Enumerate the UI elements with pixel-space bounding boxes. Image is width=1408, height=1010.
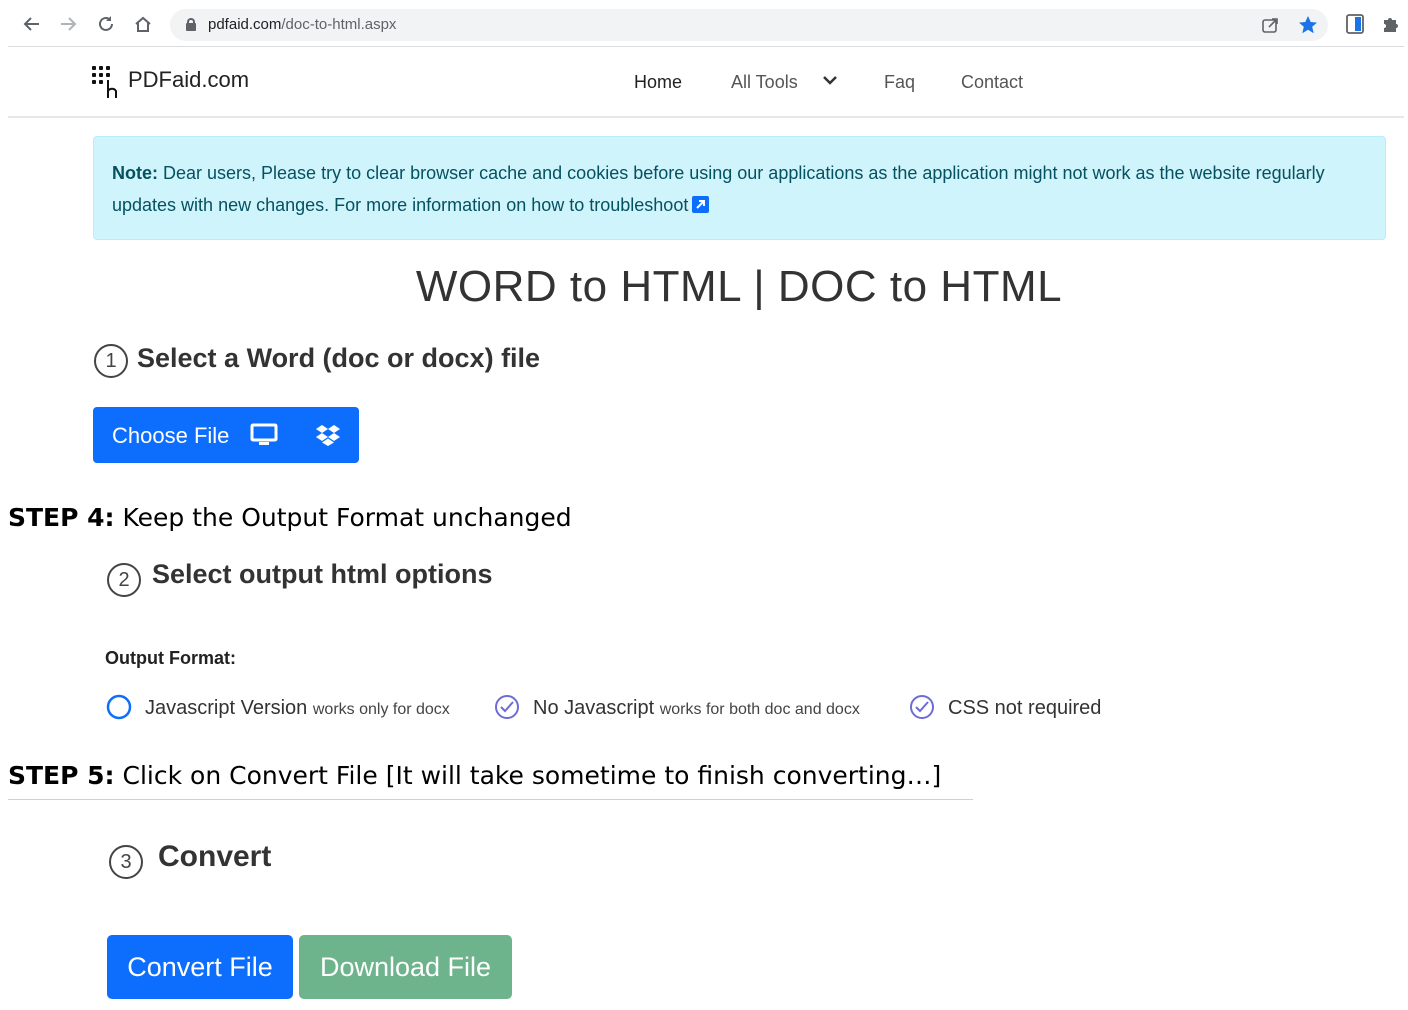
choose-file-button[interactable]: Choose File [93,407,359,463]
step-3-number: 3 [109,845,143,879]
step-5-instruction: STEP 5: Click on Convert File [It will t… [8,761,942,790]
lock-icon [186,18,196,31]
step-1-title: Select a Word (doc or docx) file [137,343,541,373]
convert-file-button[interactable]: Convert File [107,935,293,999]
step-3-title: Convert [158,840,272,873]
forward-arrow-icon[interactable] [57,13,79,35]
nav-contact[interactable]: Contact [961,72,1023,93]
no-javascript-check-icon[interactable] [494,694,520,720]
extensions-puzzle-icon[interactable] [1381,14,1401,39]
reader-mode-icon[interactable] [1346,14,1364,39]
dropbox-icon[interactable] [315,423,341,453]
css-not-required-option[interactable]: CSS not required [948,697,1101,720]
divider [8,799,973,800]
share-icon[interactable] [1260,15,1280,40]
step-2-title: Select output html options [152,559,493,589]
chevron-down-icon[interactable] [822,74,838,86]
computer-icon[interactable] [250,423,278,453]
logo-text: PDFaid.com [128,67,250,92]
step-2-number: 2 [107,563,141,597]
external-link-icon[interactable] [692,196,710,213]
download-file-button[interactable]: Download File [299,935,512,999]
logo-hand-icon [92,64,128,104]
step-4-instruction: STEP 4: Keep the Output Format unchanged [8,503,572,532]
cache-notice-alert: Note: Dear users, Please try to clear br… [93,136,1386,240]
site-header: PDFaid.com Home All Tools Faq Contact [8,50,1404,118]
home-icon[interactable] [132,13,154,35]
browser-toolbar: pdfaid.com/doc-to-html.aspx [0,0,1408,50]
css-not-required-check-icon[interactable] [909,694,935,720]
toolbar-divider [8,46,1404,47]
back-arrow-icon[interactable] [21,13,43,35]
javascript-version-radio[interactable] [106,694,132,720]
no-javascript-option[interactable]: No Javascript works for both doc and doc… [533,697,860,720]
nav-faq[interactable]: Faq [884,72,915,93]
logo[interactable]: PDFaid.com [92,64,249,104]
nav-all-tools[interactable]: All Tools [731,72,798,93]
bookmark-star-icon[interactable] [1297,14,1319,41]
output-format-label: Output Format: [105,648,236,668]
step-1-number: 1 [94,344,128,378]
reload-icon[interactable] [95,13,117,35]
url-text: pdfaid.com/doc-to-html.aspx [208,16,397,33]
alert-label: Note: [112,163,158,183]
javascript-version-option[interactable]: Javascript Version works only for docx [145,697,450,720]
alert-text: Dear users, Please try to clear browser … [112,163,1325,215]
choose-file-label: Choose File [112,423,230,448]
page-title: WORD to HTML | DOC to HTML [415,262,1063,311]
nav-home[interactable]: Home [634,72,682,93]
address-bar[interactable]: pdfaid.com/doc-to-html.aspx [170,9,1328,41]
